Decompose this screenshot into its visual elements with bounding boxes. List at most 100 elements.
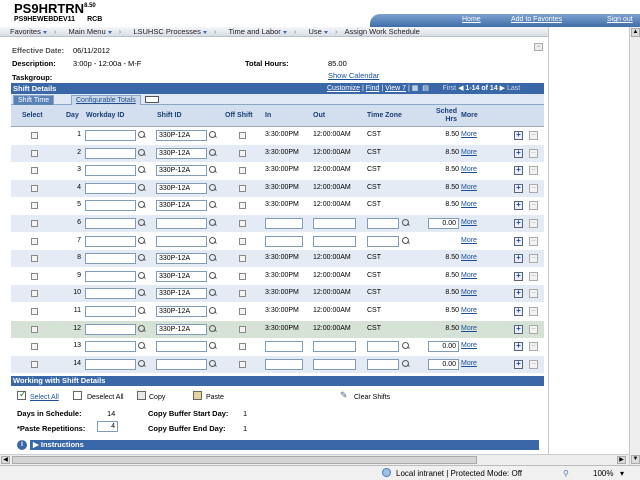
add-row-icon[interactable]: +	[514, 219, 523, 228]
eraser-icon[interactable]: ✎	[340, 390, 349, 400]
row-select-checkbox[interactable]	[31, 290, 38, 298]
search-icon[interactable]	[402, 342, 410, 350]
row-select-checkbox[interactable]	[31, 132, 38, 139]
delete-row-icon[interactable]: −	[529, 201, 538, 211]
search-icon[interactable]	[209, 289, 217, 297]
search-icon[interactable]	[209, 342, 217, 350]
off-shift-checkbox[interactable]	[239, 272, 246, 280]
more-link[interactable]: More	[461, 342, 477, 349]
paste-button[interactable]: Paste	[206, 394, 224, 401]
time-zone-input[interactable]	[367, 235, 399, 247]
off-shift-checkbox[interactable]	[239, 325, 246, 333]
delete-row-icon[interactable]: −	[529, 183, 538, 193]
more-link[interactable]: More	[461, 184, 477, 191]
shift-id-input[interactable]: 330P-12A	[156, 323, 207, 335]
time-zone-input[interactable]	[367, 341, 399, 353]
last-link[interactable]: Last	[507, 85, 520, 92]
search-icon[interactable]	[209, 219, 217, 227]
delete-row-icon[interactable]: −	[529, 131, 538, 140]
search-icon[interactable]	[209, 148, 217, 157]
breadcrumb-lsuhsc-processes[interactable]: LSUHSC Processes	[128, 27, 207, 36]
workday-id-input[interactable]	[85, 200, 136, 212]
breadcrumb-time-and-labor[interactable]: Time and Labor	[224, 27, 287, 36]
row-select-checkbox[interactable]	[31, 220, 38, 227]
workday-id-input[interactable]	[85, 270, 136, 282]
scroll-up-icon[interactable]: ▲	[631, 28, 640, 37]
search-icon[interactable]	[138, 131, 146, 139]
shift-id-input[interactable]	[156, 358, 207, 370]
sign-out-link[interactable]: Sign out	[607, 16, 633, 23]
workday-id-input[interactable]	[85, 182, 136, 194]
row-select-checkbox[interactable]	[31, 255, 38, 263]
search-icon[interactable]	[209, 359, 217, 368]
shift-id-input[interactable]: 330P-12A	[156, 288, 207, 300]
search-icon[interactable]	[138, 201, 146, 209]
search-icon[interactable]	[209, 271, 217, 280]
column-in[interactable]: In	[265, 112, 271, 119]
row-select-checkbox[interactable]	[31, 343, 38, 351]
more-link[interactable]: More	[461, 325, 477, 332]
breadcrumb-main-menu[interactable]: Main Menu	[64, 27, 112, 36]
shift-id-input[interactable]	[156, 218, 207, 229]
delete-row-icon[interactable]: −	[529, 307, 538, 316]
off-shift-checkbox[interactable]	[239, 167, 246, 175]
add-row-icon[interactable]: +	[514, 254, 523, 264]
search-icon[interactable]	[138, 324, 146, 333]
workday-id-input[interactable]	[85, 306, 136, 317]
out-time-input[interactable]	[313, 235, 356, 247]
off-shift-checkbox[interactable]	[239, 184, 246, 192]
shift-id-input[interactable]: 330P-12A	[156, 200, 207, 212]
search-icon[interactable]	[209, 166, 217, 174]
delete-row-icon[interactable]: −	[529, 324, 538, 334]
breadcrumb-assign-work-schedule[interactable]: Assign Work Schedule	[345, 27, 420, 36]
workday-id-input[interactable]	[85, 253, 136, 265]
in-time-input[interactable]	[265, 218, 303, 229]
add-row-icon[interactable]: +	[514, 183, 523, 193]
grid-tools-icon[interactable]: ▤	[422, 85, 429, 92]
out-time-input[interactable]	[313, 341, 356, 353]
row-select-checkbox[interactable]	[31, 149, 38, 157]
search-icon[interactable]	[138, 342, 146, 350]
download-icon[interactable]: ▦	[412, 85, 419, 92]
copy-button[interactable]: Copy	[149, 394, 165, 401]
delete-row-icon[interactable]: −	[529, 359, 538, 369]
add-row-icon[interactable]: +	[514, 131, 523, 140]
search-icon[interactable]	[138, 289, 146, 297]
previous-icon[interactable]: ◀	[458, 85, 463, 92]
show-all-columns-icon[interactable]	[145, 96, 159, 103]
off-shift-checkbox[interactable]	[239, 343, 246, 351]
more-link[interactable]: More	[461, 272, 477, 279]
first-link[interactable]: First	[443, 85, 457, 92]
more-link[interactable]: More	[461, 201, 477, 208]
out-time-input[interactable]	[313, 358, 356, 370]
more-link[interactable]: More	[461, 131, 477, 138]
deselect-all-button[interactable]: Deselect All	[87, 394, 124, 401]
delete-row-icon[interactable]: −	[529, 166, 538, 176]
workday-id-input[interactable]	[85, 235, 136, 247]
add-row-icon[interactable]: +	[514, 289, 523, 299]
delete-row-icon[interactable]: −	[529, 254, 538, 264]
search-icon[interactable]	[138, 271, 146, 280]
paste-icon[interactable]	[193, 391, 202, 400]
row-select-checkbox[interactable]	[31, 202, 38, 210]
more-link[interactable]: More	[461, 219, 477, 226]
add-row-icon[interactable]: +	[514, 359, 523, 369]
search-icon[interactable]	[209, 324, 217, 333]
off-shift-checkbox[interactable]	[239, 290, 246, 298]
search-icon[interactable]	[209, 307, 217, 315]
off-shift-checkbox[interactable]	[239, 308, 246, 315]
shift-id-input[interactable]: 330P-12A	[156, 130, 207, 141]
show-calendar-link[interactable]: Show Calendar	[328, 71, 379, 80]
view-all-link[interactable]: View 7	[385, 85, 406, 92]
deselect-all-icon[interactable]	[73, 391, 82, 400]
shift-id-input[interactable]: 330P-12A	[156, 165, 207, 177]
collapse-icon[interactable]: −	[534, 43, 543, 51]
scroll-down-icon[interactable]: ▼	[631, 455, 640, 464]
time-zone-input[interactable]	[367, 218, 399, 229]
search-icon[interactable]	[209, 131, 217, 139]
breadcrumb-use[interactable]: Use	[304, 27, 328, 36]
workday-id-input[interactable]	[85, 165, 136, 177]
in-time-input[interactable]	[265, 235, 303, 247]
shift-id-input[interactable]	[156, 341, 207, 353]
off-shift-checkbox[interactable]	[239, 237, 246, 245]
